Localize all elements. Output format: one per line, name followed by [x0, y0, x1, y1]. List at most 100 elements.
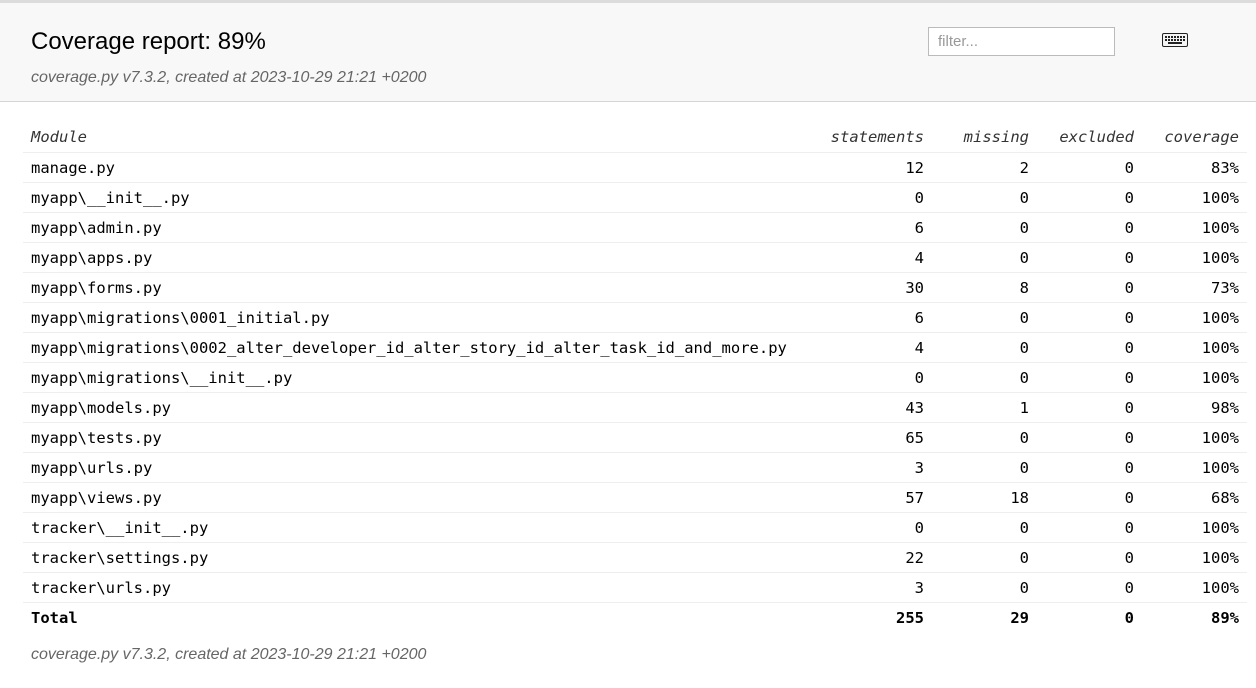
coverage-cell: 68% [1142, 482, 1247, 513]
table-row: myapp\tests.py 65 0 0 100% [23, 422, 1247, 453]
missing-cell: 0 [932, 512, 1037, 543]
table-row: myapp\__init__.py 0 0 0 100% [23, 182, 1247, 213]
statements-cell: 43 [812, 392, 932, 423]
statements-cell: 57 [812, 482, 932, 513]
missing-cell: 2 [932, 152, 1037, 183]
statements-cell: 6 [812, 212, 932, 243]
coverage-cell: 100% [1142, 362, 1247, 393]
module-cell[interactable]: myapp\migrations\0001_initial.py [23, 302, 812, 333]
excluded-cell: 0 [1037, 272, 1142, 303]
table-row: myapp\migrations\0001_initial.py 6 0 0 100% [23, 302, 1247, 333]
missing-cell: 0 [932, 452, 1037, 483]
module-cell[interactable]: tracker\__init__.py [23, 512, 812, 543]
module-cell[interactable]: tracker\settings.py [23, 542, 812, 573]
table-row: tracker\settings.py 22 0 0 100% [23, 542, 1247, 573]
page-title: Coverage report: 89% [31, 28, 266, 55]
missing-cell: 0 [932, 572, 1037, 603]
module-cell[interactable]: myapp\apps.py [23, 242, 812, 273]
missing-cell: 0 [932, 302, 1037, 333]
coverage-cell: 73% [1142, 272, 1247, 303]
module-cell[interactable]: myapp\migrations\0002_alter_developer_id… [23, 332, 812, 363]
missing-cell: 0 [932, 422, 1037, 453]
excluded-cell: 0 [1037, 182, 1142, 213]
column-header-excluded[interactable]: excluded [1037, 122, 1142, 153]
excluded-cell: 0 [1037, 392, 1142, 423]
coverage-cell: 98% [1142, 392, 1247, 423]
table-row: myapp\forms.py 30 8 0 73% [23, 272, 1247, 303]
missing-cell: 0 [932, 362, 1037, 393]
coverage-cell: 100% [1142, 242, 1247, 273]
coverage-cell: 100% [1142, 572, 1247, 603]
table-row: myapp\migrations\0002_alter_developer_id… [23, 332, 1247, 363]
table-row: myapp\views.py 57 18 0 68% [23, 482, 1247, 513]
footer-meta: coverage.py v7.3.2, created at 2023-10-2… [31, 646, 427, 663]
table-row: myapp\models.py 43 1 0 98% [23, 392, 1247, 423]
coverage-table: Module statements missing excluded cover… [23, 122, 1247, 632]
table-body: manage.py 12 2 0 83% myapp\__init__.py 0 0 0 100%… [23, 152, 1247, 603]
coverage-cell: 100% [1142, 212, 1247, 243]
column-header-statements[interactable]: statements [812, 122, 932, 153]
table-row: myapp\migrations\__init__.py 0 0 0 100% [23, 362, 1247, 393]
missing-cell: 0 [932, 242, 1037, 273]
statements-cell: 3 [812, 452, 932, 483]
excluded-cell: 0 [1037, 152, 1142, 183]
column-header-module[interactable]: Module [23, 122, 812, 153]
statements-cell: 22 [812, 542, 932, 573]
coverage-cell: 100% [1142, 512, 1247, 543]
column-header-missing[interactable]: missing [932, 122, 1037, 153]
filter-input[interactable] [928, 27, 1115, 56]
module-cell[interactable]: myapp\urls.py [23, 452, 812, 483]
coverage-cell: 100% [1142, 542, 1247, 573]
excluded-cell: 0 [1037, 482, 1142, 513]
missing-cell: 18 [932, 482, 1037, 513]
table-row: tracker\__init__.py 0 0 0 100% [23, 512, 1247, 543]
missing-cell: 0 [932, 212, 1037, 243]
excluded-cell: 0 [1037, 212, 1142, 243]
statements-cell: 0 [812, 182, 932, 213]
missing-cell: 8 [932, 272, 1037, 303]
statements-cell: 6 [812, 302, 932, 333]
excluded-cell: 0 [1037, 422, 1142, 453]
excluded-cell: 0 [1037, 452, 1142, 483]
module-cell[interactable]: myapp\admin.py [23, 212, 812, 243]
module-cell[interactable]: myapp\forms.py [23, 272, 812, 303]
table-row: myapp\urls.py 3 0 0 100% [23, 452, 1247, 483]
module-cell[interactable]: myapp\models.py [23, 392, 812, 423]
statements-cell: 65 [812, 422, 932, 453]
statements-cell: 3 [812, 572, 932, 603]
excluded-cell: 0 [1037, 242, 1142, 273]
missing-cell: 1 [932, 392, 1037, 423]
table-row: tracker\urls.py 3 0 0 100% [23, 572, 1247, 603]
table-row: myapp\apps.py 4 0 0 100% [23, 242, 1247, 273]
statements-cell: 30 [812, 272, 932, 303]
statements-cell: 0 [812, 512, 932, 543]
total-missing: 29 [1010, 608, 1029, 627]
coverage-cell: 100% [1142, 302, 1247, 333]
module-cell[interactable]: myapp\migrations\__init__.py [23, 362, 812, 393]
excluded-cell: 0 [1037, 542, 1142, 573]
statements-cell: 0 [812, 362, 932, 393]
module-cell[interactable]: myapp\__init__.py [23, 182, 812, 213]
coverage-cell: 83% [1142, 152, 1247, 183]
statements-cell: 4 [812, 242, 932, 273]
table-row: myapp\admin.py 6 0 0 100% [23, 212, 1247, 243]
table-row: manage.py 12 2 0 83% [23, 152, 1247, 183]
total-label: Total [31, 608, 78, 627]
statements-cell: 12 [812, 152, 932, 183]
keyboard-icon[interactable] [1162, 31, 1188, 49]
report-meta: coverage.py v7.3.2, created at 2023-10-2… [31, 69, 427, 86]
excluded-cell: 0 [1037, 332, 1142, 363]
column-header-coverage[interactable]: coverage [1142, 122, 1247, 153]
module-cell[interactable]: myapp\tests.py [23, 422, 812, 453]
total-row: Total 255 29 0 89% [23, 603, 1247, 633]
table-header-row: Module statements missing excluded cover… [23, 122, 1247, 153]
module-cell[interactable]: manage.py [23, 152, 812, 183]
missing-cell: 0 [932, 182, 1037, 213]
coverage-cell: 100% [1142, 452, 1247, 483]
total-coverage: 89% [1211, 608, 1239, 627]
missing-cell: 0 [932, 332, 1037, 363]
module-cell[interactable]: tracker\urls.py [23, 572, 812, 603]
coverage-cell: 100% [1142, 182, 1247, 213]
module-cell[interactable]: myapp\views.py [23, 482, 812, 513]
statements-cell: 4 [812, 332, 932, 363]
